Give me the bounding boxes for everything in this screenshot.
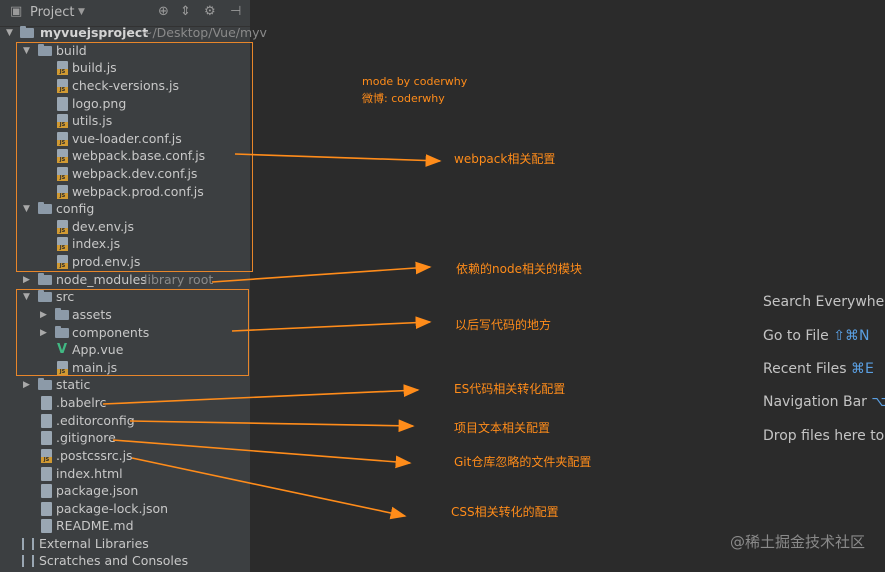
annotation-postcss: CSS相关转化的配置 — [451, 505, 559, 519]
arrow-webpack — [234, 153, 442, 167]
credit-line-1: mode by coderwhy — [362, 75, 468, 88]
hint-search-label: Search Everywhe — [763, 294, 885, 310]
hint-search-everywhere: Search Everywhe — [763, 294, 884, 310]
watermark: @稀土掘金技术社区 — [729, 533, 865, 551]
hint-nav-shortcut: ⌥ — [871, 394, 885, 410]
hint-go-to-file: Go to File ⇧⌘N — [763, 328, 869, 344]
hint-nav-label: Navigation Bar — [763, 394, 867, 410]
hint-recent-label: Recent Files — [763, 361, 847, 377]
arrow-node — [211, 261, 432, 283]
annotation-gitignore: Git仓库忽略的文件夹配置 — [454, 455, 592, 469]
hint-recent-files: Recent Files ⌘E — [763, 361, 874, 377]
arrow-babel — [102, 384, 420, 405]
annotation-src: 以后写代码的地方 — [455, 318, 552, 332]
annotation-babel: ES代码相关转化配置 — [454, 382, 566, 396]
arrow-css — [131, 457, 407, 520]
hint-navigation-bar: Navigation Bar ⌥ — [763, 394, 885, 410]
arrow-src — [231, 316, 432, 332]
hint-drop-files: Drop files here to — [763, 428, 884, 444]
hint-drop-label: Drop files here to — [763, 428, 885, 444]
hint-goto-shortcut: ⇧⌘N — [833, 328, 870, 344]
annotation-editorconfig: 项目文本相关配置 — [454, 421, 551, 435]
credit-line-2: 微博: coderwhy — [362, 92, 445, 105]
hint-goto-label: Go to File — [763, 328, 829, 344]
arrow-git — [112, 439, 412, 469]
hint-recent-shortcut: ⌘E — [851, 361, 874, 377]
annotation-node-modules: 依赖的node相关的模块 — [456, 262, 582, 276]
annotation-webpack: webpack相关配置 — [454, 152, 556, 166]
arrow-editor — [129, 419, 415, 433]
